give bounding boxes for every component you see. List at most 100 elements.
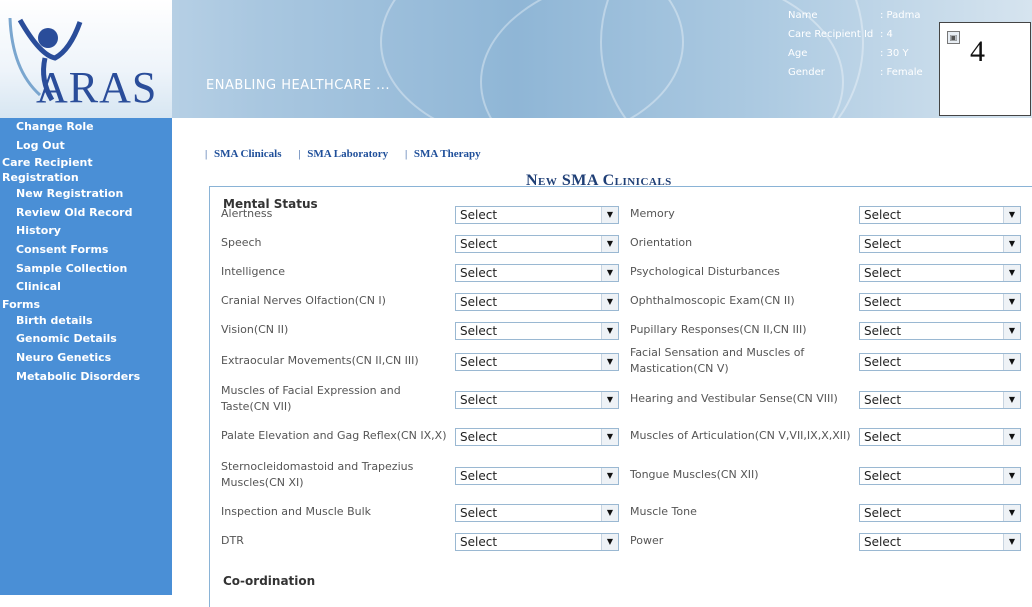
- chevron-down-icon[interactable]: ▼: [1003, 207, 1020, 223]
- chevron-down-icon[interactable]: ▼: [1003, 505, 1020, 521]
- patient-info-row: Care Recipient Id: 4: [788, 25, 936, 44]
- sidebar-item-review-old-record[interactable]: Review Old Record: [0, 204, 172, 223]
- select-dropdown[interactable]: Select ▼: [859, 264, 1021, 282]
- sidebar-item-sample-collection[interactable]: Sample Collection: [0, 260, 172, 279]
- sidebar-item-new-registration[interactable]: New Registration: [0, 185, 172, 204]
- chevron-down-icon[interactable]: ▼: [601, 534, 618, 550]
- field-label: Pupillary Responses(CN II,CN III): [630, 323, 807, 336]
- select-value: Select: [864, 535, 902, 549]
- select-dropdown[interactable]: Select ▼: [455, 293, 619, 311]
- form-panel: Mental Status Co-ordination Alertness Sel…: [209, 186, 1032, 607]
- chevron-down-icon[interactable]: ▼: [601, 468, 618, 484]
- chevron-down-icon[interactable]: ▼: [601, 236, 618, 252]
- field-label: Vision(CN II): [221, 323, 289, 336]
- select-value: Select: [864, 506, 902, 520]
- broken-image-icon: ▣: [947, 31, 960, 44]
- field-label: Cranial Nerves Olfaction(CN I): [221, 294, 386, 307]
- select-dropdown[interactable]: Select ▼: [859, 322, 1021, 340]
- sidebar-item-genomic-details[interactable]: Genomic Details: [0, 330, 172, 349]
- tagline: ENABLING HEALTHCARE ...: [206, 78, 391, 93]
- chevron-down-icon[interactable]: ▼: [601, 294, 618, 310]
- tab-separator: |: [404, 148, 408, 160]
- sidebar-item-birth-details[interactable]: Birth details: [0, 312, 172, 331]
- chevron-down-icon[interactable]: ▼: [601, 429, 618, 445]
- chevron-down-icon[interactable]: ▼: [601, 323, 618, 339]
- select-dropdown[interactable]: Select ▼: [455, 533, 619, 551]
- chevron-down-icon[interactable]: ▼: [601, 505, 618, 521]
- chevron-down-icon[interactable]: ▼: [1003, 323, 1020, 339]
- app-logo: ARAS: [0, 0, 172, 118]
- patient-info-label: Care Recipient Id: [788, 29, 874, 40]
- field-label: Muscles of Facial Expression and Taste(C…: [221, 384, 401, 413]
- section-coordination: Co-ordination: [223, 574, 316, 588]
- select-dropdown[interactable]: Select ▼: [455, 206, 619, 224]
- select-dropdown[interactable]: Select ▼: [859, 428, 1021, 446]
- chevron-down-icon[interactable]: ▼: [601, 392, 618, 408]
- select-dropdown[interactable]: Select ▼: [455, 353, 619, 371]
- sidebar-item-log-out[interactable]: Log Out: [0, 137, 172, 156]
- field-label: Extraocular Movements(CN II,CN III): [221, 354, 419, 367]
- patient-info-value: : Padma: [880, 10, 921, 21]
- tab-sma-laboratory[interactable]: SMA Laboratory: [307, 148, 388, 160]
- select-dropdown[interactable]: Select ▼: [455, 322, 619, 340]
- chevron-down-icon[interactable]: ▼: [1003, 236, 1020, 252]
- field-label: Tongue Muscles(CN XII): [630, 468, 759, 481]
- select-value: Select: [864, 295, 902, 309]
- sidebar-item-consent-forms[interactable]: Consent Forms: [0, 241, 172, 260]
- field-label: Power: [630, 534, 664, 547]
- select-value: Select: [864, 266, 902, 280]
- tab-separator: |: [205, 148, 208, 160]
- select-dropdown[interactable]: Select ▼: [455, 264, 619, 282]
- chevron-down-icon[interactable]: ▼: [1003, 468, 1020, 484]
- chevron-down-icon[interactable]: ▼: [601, 207, 618, 223]
- select-dropdown[interactable]: Select ▼: [859, 206, 1021, 224]
- patient-info-row: Age: 30 Y: [788, 44, 936, 63]
- select-dropdown[interactable]: Select ▼: [455, 504, 619, 522]
- select-value: Select: [460, 295, 498, 309]
- field-label: Speech: [221, 236, 262, 249]
- chevron-down-icon[interactable]: ▼: [1003, 392, 1020, 408]
- select-value: Select: [864, 430, 902, 444]
- sidebar-item-change-role[interactable]: Change Role: [0, 118, 172, 137]
- sidebar-item-clinical[interactable]: Clinical: [0, 278, 172, 297]
- select-dropdown[interactable]: Select ▼: [859, 353, 1021, 371]
- select-value: Select: [460, 506, 498, 520]
- chevron-down-icon[interactable]: ▼: [601, 265, 618, 281]
- select-dropdown[interactable]: Select ▼: [859, 391, 1021, 409]
- select-dropdown[interactable]: Select ▼: [455, 235, 619, 253]
- select-value: Select: [864, 469, 902, 483]
- patient-info-value: : Female: [880, 67, 923, 78]
- chevron-down-icon[interactable]: ▼: [1003, 534, 1020, 550]
- select-dropdown[interactable]: Select ▼: [859, 504, 1021, 522]
- chevron-down-icon[interactable]: ▼: [1003, 354, 1020, 370]
- field-label: Facial Sensation and Muscles of Masticat…: [630, 346, 805, 375]
- field-label: Alertness: [221, 207, 273, 220]
- select-dropdown[interactable]: Select ▼: [859, 293, 1021, 311]
- patient-info-row: Name: Padma: [788, 6, 936, 25]
- tab-separator: |: [298, 148, 301, 160]
- tab-sma-therapy[interactable]: SMA Therapy: [414, 148, 481, 160]
- sidebar-item-neuro-genetics[interactable]: Neuro Genetics: [0, 349, 172, 368]
- field-label: Psychological Disturbances: [630, 265, 780, 278]
- patient-info-row: Gender: Female: [788, 63, 936, 82]
- sidebar-heading-registration: Registration: [2, 171, 79, 185]
- chevron-down-icon[interactable]: ▼: [1003, 429, 1020, 445]
- select-dropdown[interactable]: Select ▼: [859, 235, 1021, 253]
- chevron-down-icon[interactable]: ▼: [1003, 265, 1020, 281]
- sidebar-item-history[interactable]: History: [0, 222, 172, 241]
- chevron-down-icon[interactable]: ▼: [1003, 294, 1020, 310]
- select-dropdown[interactable]: Select ▼: [455, 467, 619, 485]
- select-value: Select: [460, 535, 498, 549]
- tab-sma-clinicals[interactable]: SMA Clinicals: [214, 148, 282, 160]
- select-value: Select: [460, 208, 498, 222]
- photo-number: 4: [970, 35, 985, 68]
- select-dropdown[interactable]: Select ▼: [859, 467, 1021, 485]
- select-value: Select: [460, 266, 498, 280]
- select-dropdown[interactable]: Select ▼: [859, 533, 1021, 551]
- chevron-down-icon[interactable]: ▼: [601, 354, 618, 370]
- select-value: Select: [864, 208, 902, 222]
- sidebar-item-metabolic-disorders[interactable]: Metabolic Disorders: [0, 368, 172, 387]
- select-dropdown[interactable]: Select ▼: [455, 391, 619, 409]
- select-dropdown[interactable]: Select ▼: [455, 428, 619, 446]
- select-value: Select: [460, 393, 498, 407]
